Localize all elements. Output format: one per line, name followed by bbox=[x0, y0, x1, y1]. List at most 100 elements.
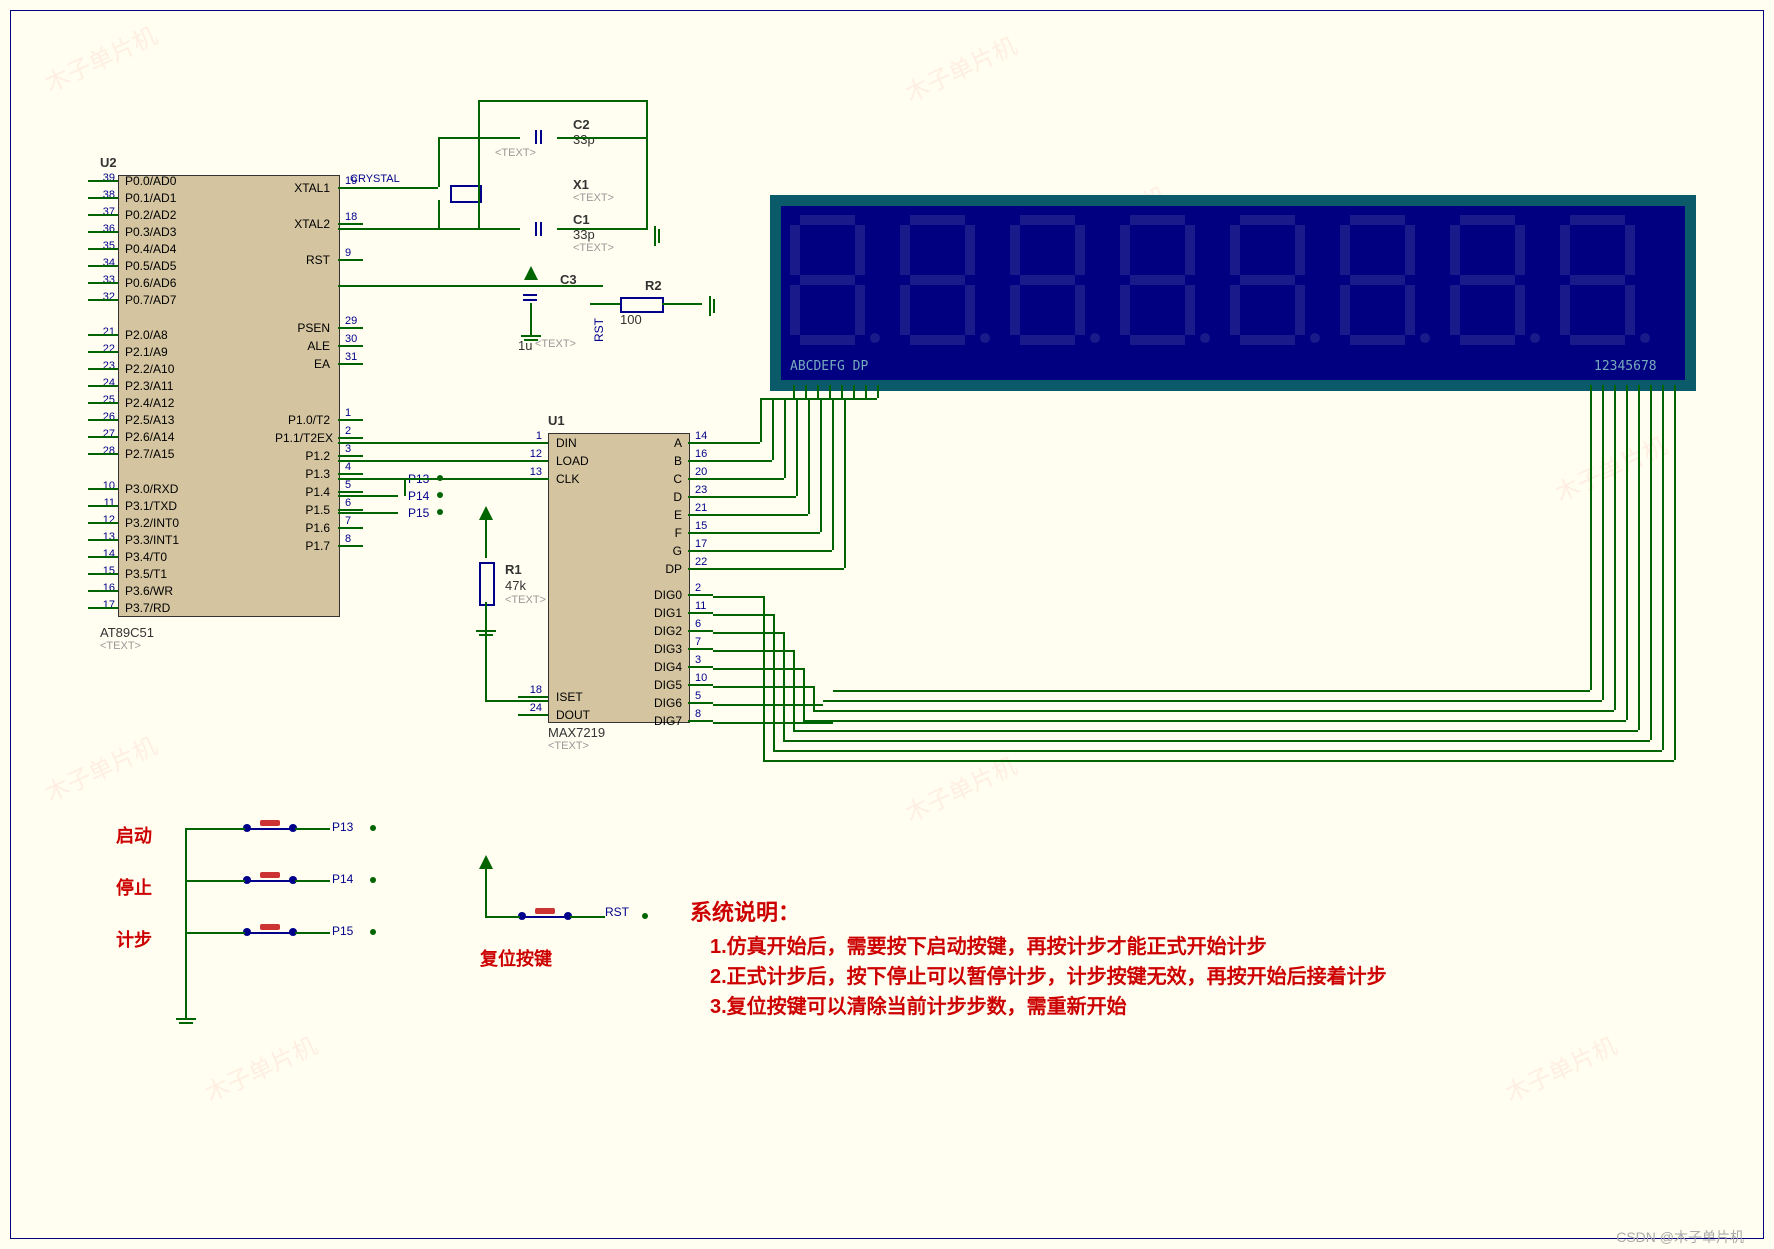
u2-pin-num: 32 bbox=[95, 291, 115, 303]
ground-icon bbox=[654, 226, 666, 246]
u2-pin-num: 30 bbox=[345, 333, 357, 345]
u1-pin-name: DIN bbox=[556, 436, 577, 450]
btn-p13: P13 bbox=[332, 820, 353, 834]
u2-pin-name: P2.5/A13 bbox=[125, 413, 174, 427]
c1-ref: C1 bbox=[573, 212, 590, 227]
u2-pin-num: 23 bbox=[95, 360, 115, 372]
u1-pin-num: 22 bbox=[695, 556, 707, 568]
notes-l3: 3.复位按键可以清除当前计步步数，需重新开始 bbox=[710, 990, 1127, 1019]
u2-pin-num: 31 bbox=[345, 351, 357, 363]
stop-button[interactable] bbox=[245, 872, 295, 887]
btn-p14: P14 bbox=[332, 872, 353, 886]
digit-8 bbox=[1560, 215, 1640, 345]
u2-pin-name: P2.6/A14 bbox=[125, 430, 174, 444]
u1-pin-name: ISET bbox=[556, 690, 583, 704]
u1-pin-name: E bbox=[640, 508, 682, 522]
start-button[interactable] bbox=[245, 820, 295, 835]
digit-5 bbox=[1230, 215, 1310, 345]
u1-pin-num: 20 bbox=[695, 466, 707, 478]
u1-pin-num: 6 bbox=[695, 618, 701, 630]
u2-part: AT89C51 bbox=[100, 625, 154, 640]
display-right-legend: 12345678 bbox=[1594, 359, 1657, 374]
u2-pin-name: P0.1/AD1 bbox=[125, 191, 176, 205]
u2-pin-name: PSEN bbox=[275, 321, 330, 335]
u2-pin-name: P0.4/AD4 bbox=[125, 242, 176, 256]
display-left-legend: ABCDEFG DP bbox=[790, 359, 868, 374]
u2-pin-num: 25 bbox=[95, 394, 115, 406]
u2-pin-num: 28 bbox=[95, 445, 115, 457]
u2-pin-name: P3.5/T1 bbox=[125, 567, 167, 581]
u2-pin-num: 17 bbox=[95, 599, 115, 611]
capacitor-c1 bbox=[518, 222, 558, 236]
u1-pin-num: 11 bbox=[695, 600, 706, 612]
u2-pin-name: P2.2/A10 bbox=[125, 362, 174, 376]
ground-icon bbox=[476, 630, 496, 642]
u2-pin-name: P2.7/A15 bbox=[125, 447, 174, 461]
u1-pin-num: 3 bbox=[695, 654, 701, 666]
u2-pin-num: 6 bbox=[345, 497, 351, 509]
u1-pin-name: DOUT bbox=[556, 708, 590, 722]
u1-pin-num: 7 bbox=[695, 636, 701, 648]
u1-pin-name: D bbox=[640, 490, 682, 504]
u1-pin-num: 17 bbox=[695, 538, 707, 550]
c2-val: 33p bbox=[573, 132, 595, 147]
x1-ref: X1 bbox=[573, 177, 589, 192]
crystal-pin-label: CRYSTAL bbox=[350, 173, 400, 185]
u2-pin-num: 1 bbox=[345, 407, 351, 419]
u1-pin-name: DP bbox=[640, 562, 682, 576]
digit-1 bbox=[790, 215, 870, 345]
r1-val: 47k bbox=[505, 578, 526, 593]
u1-pin-num: 16 bbox=[695, 448, 707, 460]
u1-pin-name: DIG3 bbox=[640, 642, 682, 656]
u2-pin-name: P2.0/A8 bbox=[125, 328, 168, 342]
u2-pin-num: 35 bbox=[95, 240, 115, 252]
u2-pin-name: P1.1/T2EX bbox=[275, 431, 330, 445]
u2-pin-name: P3.3/INT1 bbox=[125, 533, 179, 547]
ground-icon bbox=[176, 1018, 196, 1030]
u2-pin-num: 3 bbox=[345, 443, 351, 455]
u2-pin-num: 10 bbox=[95, 480, 115, 492]
u2-pin-name: P2.3/A11 bbox=[125, 379, 173, 393]
u2-pin-num: 16 bbox=[95, 582, 115, 594]
notes-title: 系统说明： bbox=[690, 895, 800, 927]
step-button[interactable] bbox=[245, 924, 295, 939]
digit-3 bbox=[1010, 215, 1090, 345]
u2-pin-num: 15 bbox=[95, 565, 115, 577]
u2-pin-name: P2.4/A12 bbox=[125, 396, 174, 410]
u1-pin-num: 24 bbox=[520, 702, 542, 714]
capacitor-c2 bbox=[518, 130, 558, 144]
u1-part: MAX7219 bbox=[548, 725, 605, 740]
u2-pin-name: P0.5/AD5 bbox=[125, 259, 176, 273]
u2-pin-num: 4 bbox=[345, 461, 351, 473]
u1-pin-name: G bbox=[640, 544, 682, 558]
u2-pin-name: P1.5 bbox=[275, 503, 330, 517]
power-arrow-icon bbox=[479, 506, 493, 520]
u2-pin-name: P3.6/WR bbox=[125, 584, 173, 598]
notes-l2: 2.正式计步后，按下停止可以暂停计步，计步按键无效，再按开始后接着计步 bbox=[710, 960, 1387, 989]
x1-txt: <TEXT> bbox=[573, 192, 614, 204]
u1-pin-name: DIG4 bbox=[640, 660, 682, 674]
u2-pin-num: 9 bbox=[345, 247, 351, 259]
reset-label: 复位按键 bbox=[480, 945, 552, 971]
u2-pin-num: 18 bbox=[345, 211, 357, 223]
u2-pin-name: XTAL1 bbox=[275, 181, 330, 195]
u2-text: <TEXT> bbox=[100, 640, 141, 652]
u2-pin-name: P0.6/AD6 bbox=[125, 276, 176, 290]
power-arrow-icon bbox=[479, 855, 493, 869]
u2-pin-name: P1.6 bbox=[275, 521, 330, 535]
u2-pin-name: ALE bbox=[275, 339, 330, 353]
u1-pin-num: 5 bbox=[695, 690, 701, 702]
u2-pin-name: P1.2 bbox=[275, 449, 330, 463]
r1-ref: R1 bbox=[505, 562, 522, 577]
u2-ref: U2 bbox=[100, 155, 117, 170]
notes-l1: 1.仿真开始后，需要按下启动按键，再按计步才能正式开始计步 bbox=[710, 930, 1267, 959]
reset-button[interactable] bbox=[520, 908, 570, 923]
u2-pin-num: 21 bbox=[95, 326, 115, 338]
digit-4 bbox=[1120, 215, 1200, 345]
u2-pin-name: P1.4 bbox=[275, 485, 330, 499]
stop-label: 停止 bbox=[116, 874, 152, 900]
u2-pin-num: 38 bbox=[95, 189, 115, 201]
u2-pin-num: 2 bbox=[345, 425, 351, 437]
u1-pin-num: 10 bbox=[695, 672, 707, 684]
u1-pin-num: 14 bbox=[695, 430, 707, 442]
